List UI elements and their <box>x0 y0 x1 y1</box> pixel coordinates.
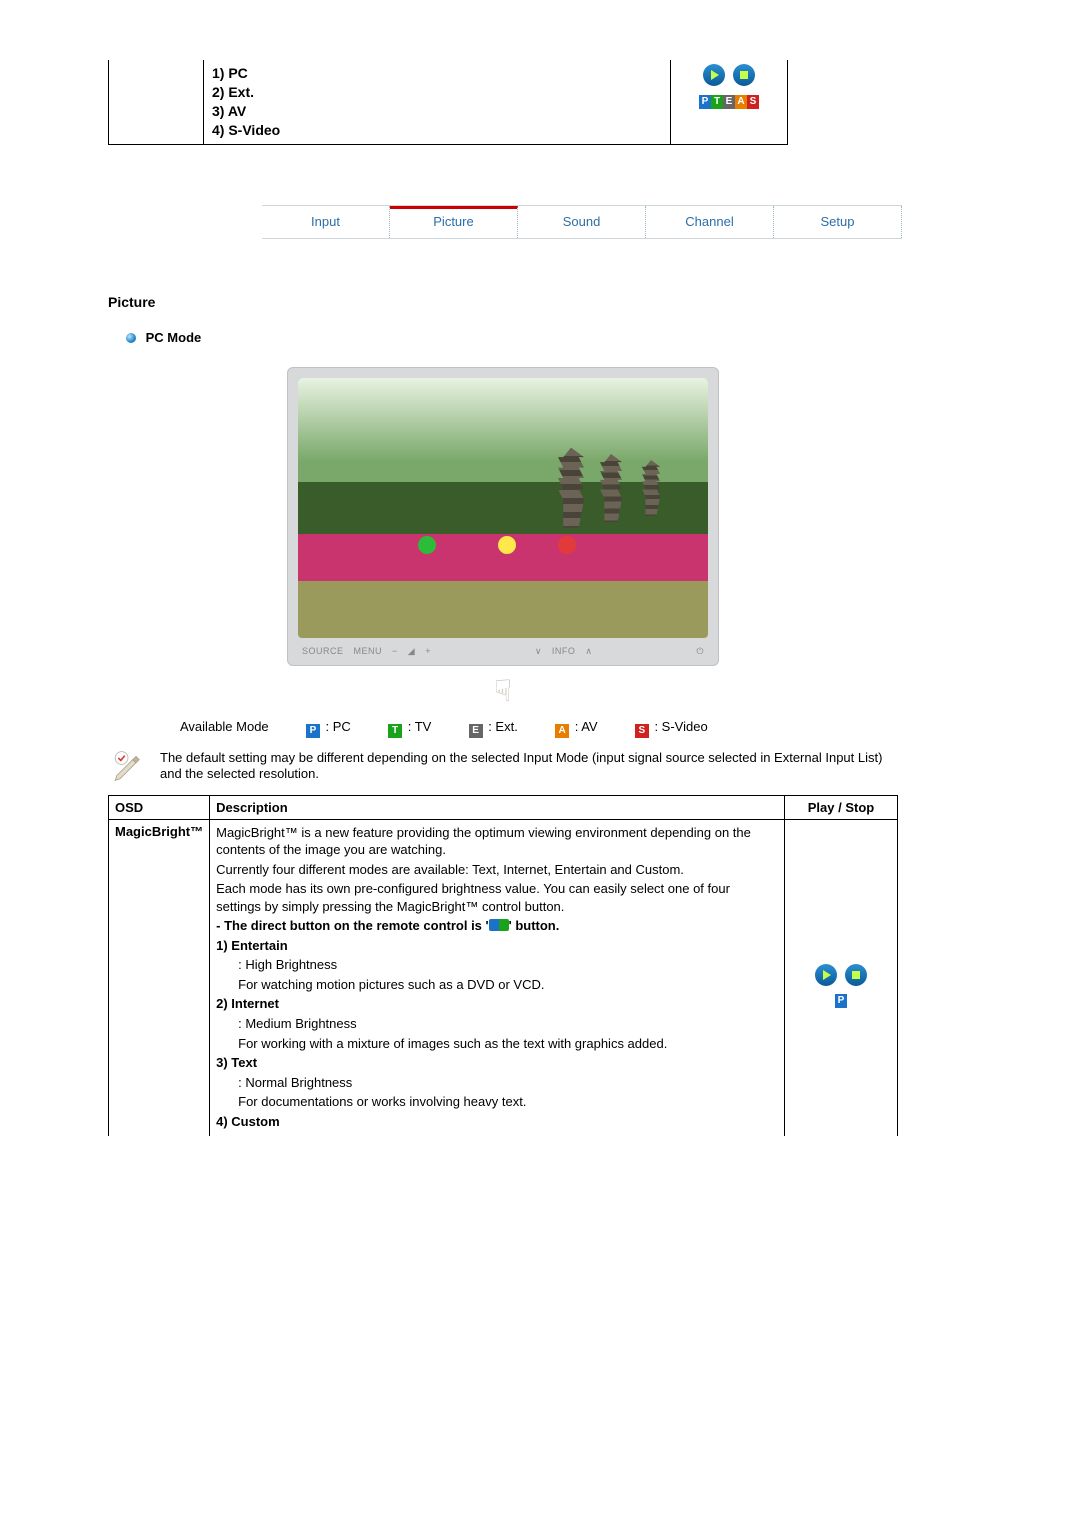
play-icon[interactable] <box>815 964 837 986</box>
sub-heading-text: PC Mode <box>146 330 202 345</box>
stop-icon[interactable] <box>845 964 867 986</box>
monitor-bezel-labels: SOURCE MENU − ◢ + ∨ INFO ∧ ⏻ <box>298 646 708 657</box>
mode-badge-t: T <box>388 724 402 738</box>
osd-tabs: Input Picture Sound Channel Setup <box>262 205 902 239</box>
mode-badge-p: P <box>306 724 320 738</box>
tab-input[interactable]: Input <box>262 206 390 238</box>
play-icon[interactable] <box>703 64 725 86</box>
badge-a: A <box>735 95 747 109</box>
btn-info-label: INFO <box>552 646 576 656</box>
badge-e: E <box>723 95 735 109</box>
tab-picture[interactable]: Picture <box>390 206 518 238</box>
available-mode-legend: Available Mode P : PC T : TV E : Ext. A … <box>180 719 898 738</box>
note-text: The default setting may be different dep… <box>160 750 898 784</box>
previous-page-row-continuation: 1) PC 2) Ext. 3) AV 4) S-Video PTEAS <box>108 60 788 145</box>
th-description: Description <box>210 795 785 819</box>
cell-description: MagicBright™ is a new feature providing … <box>210 819 785 1136</box>
mode-badge-a: A <box>555 724 569 738</box>
cell-osd: MagicBright™ <box>109 819 210 1136</box>
description-table: OSD Description Play / Stop MagicBright™… <box>108 795 898 1137</box>
tab-setup[interactable]: Setup <box>774 206 902 238</box>
input-item: 1) PC <box>212 64 662 83</box>
play-stop-icons <box>679 64 779 89</box>
stop-icon[interactable] <box>733 64 755 86</box>
bullet-icon <box>126 333 136 343</box>
remote-button-icon <box>489 919 509 931</box>
btn-menu-label: MENU <box>354 646 383 656</box>
badge-s: S <box>747 95 759 109</box>
product-monitor-illustration: SOURCE MENU − ◢ + ∨ INFO ∧ ⏻ <box>287 367 719 666</box>
input-item: 2) Ext. <box>212 83 662 102</box>
th-osd: OSD <box>109 795 210 819</box>
input-item: 4) S-Video <box>212 121 662 140</box>
sub-heading: PC Mode <box>126 330 898 345</box>
input-item: 3) AV <box>212 102 662 121</box>
badge-p: P <box>699 95 711 109</box>
badge-p: P <box>835 994 847 1008</box>
tab-channel[interactable]: Channel <box>646 206 774 238</box>
cell-playstop: P <box>785 819 898 1136</box>
tab-sound[interactable]: Sound <box>518 206 646 238</box>
mode-badges: PTEAS <box>679 91 779 109</box>
badge-t: T <box>711 95 723 109</box>
mode-badge-s: S <box>635 724 649 738</box>
section-title: Picture <box>108 294 898 310</box>
monitor-screen <box>298 378 708 638</box>
hand-pointer-icon: ☟ <box>108 674 898 709</box>
note: The default setting may be different dep… <box>112 750 898 785</box>
note-pencil-check-icon <box>112 750 160 785</box>
th-playstop: Play / Stop <box>785 795 898 819</box>
mode-badge-e: E <box>469 724 483 738</box>
btn-source-label: SOURCE <box>302 646 344 656</box>
available-mode-label: Available Mode <box>180 719 269 734</box>
